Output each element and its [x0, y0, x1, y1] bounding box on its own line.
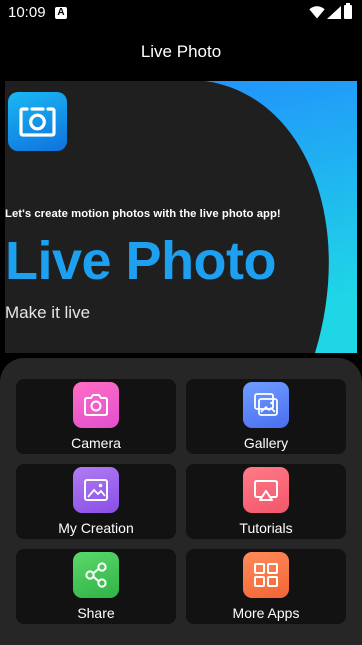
app-title: Live Photo [140, 42, 222, 61]
tile-icon-bg-4 [73, 552, 119, 598]
camera-label: Camera [71, 435, 121, 451]
more-apps-label: More Apps [232, 605, 300, 621]
tile-icon-bg-1 [243, 382, 289, 428]
my-creation-label: My Creation [58, 520, 134, 536]
my-creation-tile[interactable]: My Creation [16, 464, 176, 539]
promo-banner: Let's create motion photos with the live… [5, 81, 357, 353]
banner-subtitle: Make it live [5, 303, 91, 322]
banner-title: Live Photo [5, 231, 277, 291]
gallery-tile[interactable]: Gallery [186, 379, 346, 454]
banner-tagline: Let's create motion photos with the live… [5, 208, 281, 220]
image-icon [84, 479, 108, 501]
tile-icon-bg-5 [243, 552, 289, 598]
notification-badge-icon: A [55, 7, 67, 19]
tile-icon-bg-2 [73, 467, 119, 513]
app-logo [8, 92, 67, 151]
gallery-icon [254, 393, 278, 416]
status-time: 10:09 [8, 4, 46, 21]
status-bar: 10:09 A [0, 0, 362, 26]
camera-tile[interactable]: Camera [16, 379, 176, 454]
wifi-icon [309, 6, 325, 19]
tutorials-label: Tutorials [239, 520, 293, 536]
battery-icon [344, 3, 352, 19]
app-bar: Live Photo [0, 26, 362, 78]
gallery-label: Gallery [243, 435, 289, 451]
tile-icon-bg-0 [73, 382, 119, 428]
share-label: Share [77, 605, 115, 621]
tile-icon-bg-3 [243, 467, 289, 513]
cellular-signal-icon [327, 6, 341, 19]
cast-icon [254, 480, 278, 501]
share-icon [85, 562, 107, 588]
grid-icon [254, 563, 278, 587]
more-apps-tile[interactable]: More Apps [186, 549, 346, 624]
camera-icon [84, 394, 108, 416]
share-tile[interactable]: Share [16, 549, 176, 624]
menu-panel: Camera Gallery My Creation Tutorials Sha… [0, 358, 362, 645]
camera-live-icon [19, 107, 56, 137]
tutorials-tile[interactable]: Tutorials [186, 464, 346, 539]
